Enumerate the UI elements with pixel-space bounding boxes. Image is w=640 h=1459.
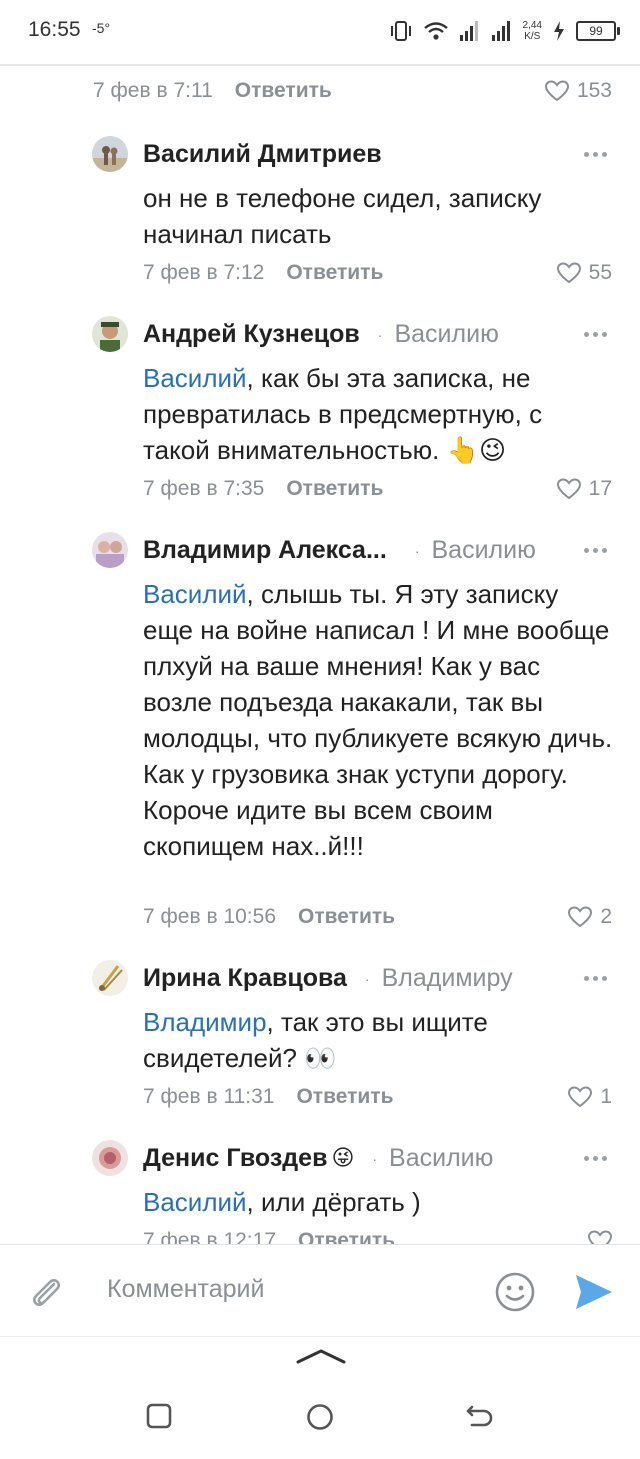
like-button[interactable]: 17: [556, 477, 612, 501]
heart-icon: [568, 1086, 593, 1108]
like-count: 153: [576, 79, 612, 102]
more-icon[interactable]: [584, 144, 612, 164]
comment-date: 7 фев в 7:11: [93, 79, 213, 102]
like-button[interactable]: 2: [568, 905, 612, 929]
mention-link[interactable]: Василий: [143, 1187, 247, 1217]
comment-date: 7 фев в 7:35: [143, 477, 265, 500]
avatar[interactable]: [92, 1140, 128, 1176]
comment-meta: 7 фев в 7:11 Ответить 153: [93, 76, 612, 106]
status-time: 16:55: [28, 18, 81, 41]
like-button[interactable]: 1: [568, 1085, 612, 1109]
like-count: 55: [588, 261, 612, 284]
chevron-up-icon[interactable]: [296, 1347, 346, 1365]
send-icon[interactable]: [574, 1273, 614, 1311]
reply-button[interactable]: Ответить: [286, 261, 383, 285]
reply-button[interactable]: Ответить: [235, 79, 332, 103]
author-name[interactable]: Ирина Кравцова: [143, 964, 347, 993]
like-button[interactable]: 153: [544, 79, 612, 103]
comment-text: Василий, как бы эта записка, не преврати…: [143, 363, 543, 465]
author-name[interactable]: Андрей Кузнецов: [143, 320, 360, 349]
emoji-icon[interactable]: [494, 1271, 536, 1313]
charging-icon: [554, 21, 564, 41]
like-count: 1: [600, 1085, 612, 1108]
home-icon[interactable]: [306, 1403, 334, 1431]
wifi-icon: [423, 22, 448, 40]
system-nav-bar: [0, 1336, 640, 1459]
avatar[interactable]: [92, 960, 128, 996]
comment-date: 7 фев в 7:12: [143, 261, 265, 284]
reply-button[interactable]: Ответить: [286, 477, 383, 501]
reply-to-label[interactable]: · Владимиру: [365, 964, 513, 993]
emoji: 👆😉: [446, 435, 507, 465]
signal-icon: [459, 21, 478, 41]
heart-icon: [556, 262, 581, 284]
comments-feed[interactable]: 7 фев в 7:11 Ответить 153 Василий Дмитри…: [0, 66, 640, 1244]
author-name[interactable]: Василий Дмитриев: [143, 140, 382, 169]
comment-header: Владимир Алекса... · Василию: [143, 532, 612, 568]
mention-link[interactable]: Владимир: [143, 1007, 267, 1037]
vibrate-icon: [390, 21, 411, 41]
comment-text: Василий, слышь ты. Я эту записку еще на …: [143, 579, 613, 861]
more-icon[interactable]: [584, 540, 612, 560]
more-icon[interactable]: [584, 324, 612, 344]
reply-to-label[interactable]: · Василию: [372, 1144, 493, 1173]
emoji: 👀: [304, 1043, 337, 1073]
author-name[interactable]: Денис Гвоздев: [143, 1144, 327, 1173]
comment-text: он не в телефоне сидел, записку начинал …: [143, 183, 542, 249]
comment-meta: 7 фев в 10:56 Ответить 2: [143, 902, 612, 932]
comment-header: Василий Дмитриев: [143, 136, 612, 172]
reply-button[interactable]: Ответить: [296, 1085, 393, 1109]
heart-icon: [588, 1230, 612, 1244]
like-count: 17: [588, 477, 612, 500]
avatar[interactable]: [92, 316, 128, 352]
recents-icon[interactable]: [146, 1403, 172, 1429]
status-icons: 2,44 K/S 99: [389, 16, 620, 46]
comment-input[interactable]: Комментарий: [107, 1275, 264, 1304]
comment-meta: 7 фев в 11:31 Ответить 1: [143, 1082, 612, 1112]
mention-link[interactable]: Василий: [143, 579, 247, 609]
author-name[interactable]: Владимир Алекса...: [143, 536, 387, 565]
status-temperature: -5°: [92, 20, 111, 36]
comment-date: 7 фев в 10:56: [143, 905, 277, 928]
mention-link[interactable]: Василий: [143, 363, 247, 393]
comment-header: Денис Гвоздев 😜 · Василию: [143, 1140, 612, 1176]
signal-icon-2: [491, 21, 510, 41]
comment-header: Ирина Кравцова · Владимиру: [143, 960, 612, 996]
back-icon[interactable]: [464, 1403, 494, 1431]
reply-button[interactable]: Ответить: [298, 905, 395, 929]
comment-date: 7 фев в 11:31: [143, 1085, 275, 1108]
like-button[interactable]: [588, 1230, 612, 1244]
more-icon[interactable]: [584, 968, 612, 988]
comment-header: Андрей Кузнецов · Василию: [143, 316, 612, 352]
comment-text: Владимир, так это вы ищите свидетелей? 👀: [143, 1007, 488, 1073]
avatar[interactable]: [92, 532, 128, 568]
comment-text: Василий, или дёргать ): [143, 1187, 421, 1217]
comment-meta: 7 фев в 7:35 Ответить 17: [143, 474, 612, 504]
reply-button[interactable]: Ответить: [298, 1229, 395, 1244]
heart-icon: [568, 906, 593, 928]
heart-icon: [556, 478, 581, 500]
battery-icon: 99: [576, 21, 620, 41]
reply-to-label[interactable]: · Василию: [378, 320, 499, 349]
status-bar: 16:55 -5° 2,44 K/S 99: [0, 0, 640, 64]
like-button[interactable]: 55: [556, 261, 612, 285]
emoji: 😜: [331, 1145, 355, 1170]
comment-meta: 7 фев в 7:12 Ответить 55: [143, 258, 612, 288]
more-icon[interactable]: [584, 1148, 612, 1168]
network-speed: 2,44 K/S: [522, 20, 542, 42]
reply-to-label[interactable]: · Василию: [415, 536, 536, 565]
heart-icon: [544, 80, 569, 102]
attach-icon[interactable]: [26, 1272, 66, 1312]
comment-date: 7 фев в 12:17: [143, 1229, 277, 1244]
avatar[interactable]: [92, 136, 128, 172]
like-count: 2: [600, 905, 612, 928]
comment-meta: 7 фев в 12:17 Ответить: [143, 1226, 612, 1244]
comment-input-bar: Комментарий: [0, 1244, 640, 1337]
